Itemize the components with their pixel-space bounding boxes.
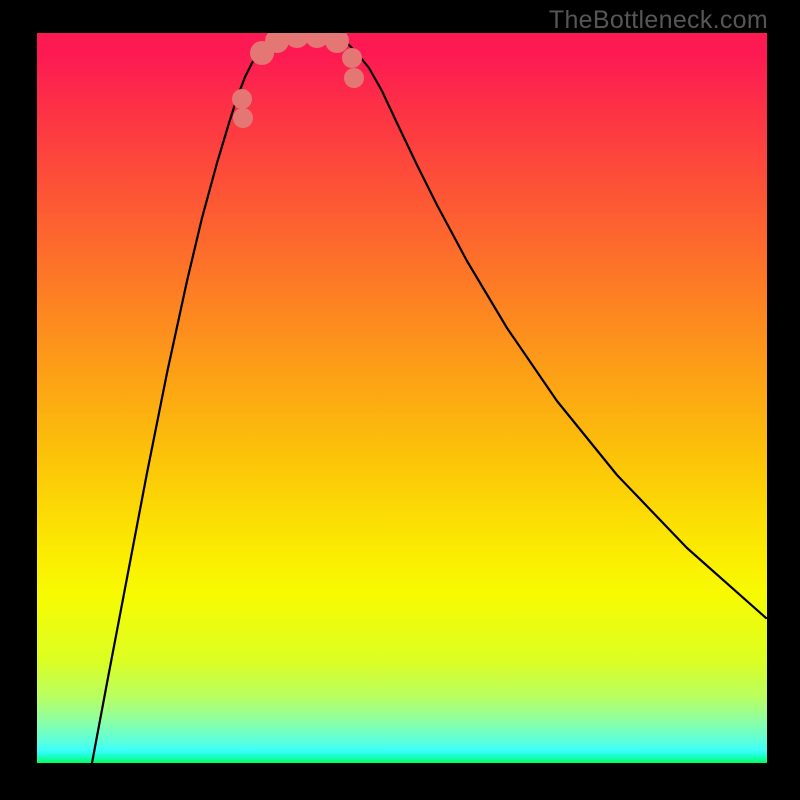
marker-group (232, 33, 364, 128)
outer-frame: TheBottleneck.com (0, 0, 800, 800)
highlight-dot (342, 48, 362, 68)
highlight-dot (325, 33, 349, 53)
plot-area (37, 33, 767, 763)
curve-layer (37, 33, 767, 763)
highlight-dot (233, 108, 253, 128)
highlight-dot (232, 89, 252, 109)
bottleneck-curve (92, 33, 766, 763)
highlight-dot (344, 68, 364, 88)
watermark-text: TheBottleneck.com (549, 6, 768, 35)
